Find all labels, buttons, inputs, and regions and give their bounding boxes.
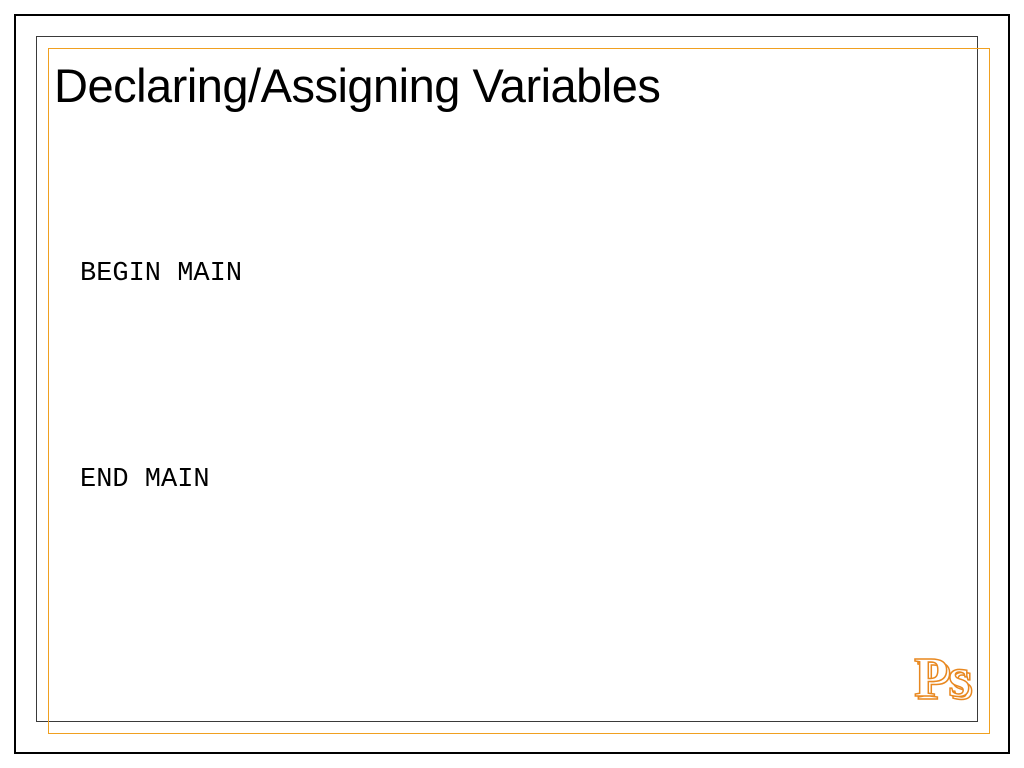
slide-title: Declaring/Assigning Variables [54,58,660,113]
code-block: BEGIN MAIN END MAIN [80,256,242,500]
code-line-end: END MAIN [80,462,242,500]
code-line-begin: BEGIN MAIN [80,256,242,294]
ps-logo-main: Ps [914,647,970,709]
ps-logo: Ps Ps [914,646,970,710]
